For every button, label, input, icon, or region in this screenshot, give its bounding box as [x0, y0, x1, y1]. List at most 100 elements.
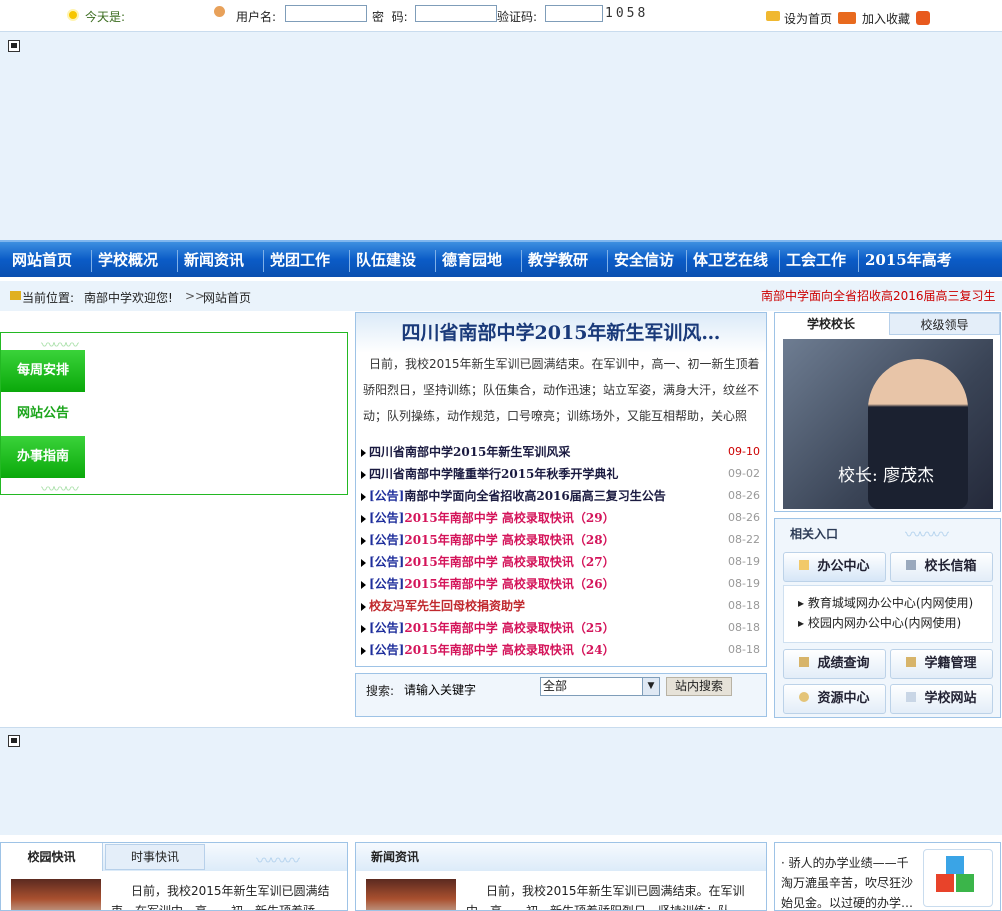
tab-school-leaders[interactable]: 校级领导	[889, 313, 1000, 335]
nav-item-7[interactable]: 教学教研	[528, 242, 588, 279]
username-input[interactable]	[285, 5, 367, 22]
bullet-arrow-icon	[361, 646, 366, 655]
metro-office-link-text: 教育城域网办公中心(内网使用)	[807, 596, 974, 610]
breadcrumb-site[interactable]: 南部中学欢迎您!	[84, 289, 173, 306]
school-achievement-box: · 骄人的办学业绩——千淘万漉虽辛苦，吹尽狂沙始见金。以过硬的办学…	[774, 842, 1001, 911]
swirl-decoration-top: 〰〰〰	[41, 338, 79, 354]
office-links: ▸ 教育城域网办公中心(内网使用) ▸ 校园内网办公中心(内网使用)	[783, 585, 993, 643]
main-nav: 网站首页 学校概况 新闻资讯 党团工作 队伍建设 德育园地 教学教研 安全信访 体卫艺在线 工会工…	[0, 240, 1002, 277]
resource-center-button[interactable]: 资源中心	[783, 684, 886, 714]
weekly-schedule-button[interactable]: 每周安排	[1, 350, 85, 392]
achievement-text[interactable]: · 骄人的办学业绩——千淘万漉虽辛苦，吹尽狂沙始见金。以过硬的办学…	[781, 853, 919, 910]
news-info-thumbnail[interactable]	[366, 879, 456, 910]
news-list-item[interactable]: [公告]2015年南部中学 高校录取快讯（28） 08-22	[361, 529, 763, 551]
add-fav-link[interactable]: 加入收藏	[862, 10, 910, 27]
news-list-item[interactable]: 四川省南部中学隆重举行2015年秋季开学典礼 09-02	[361, 463, 763, 485]
nav-item-11[interactable]: 2015年高考	[865, 242, 952, 279]
principal-photo: 校长: 廖茂杰	[783, 339, 993, 509]
news-list-item[interactable]: [公告]2015年南部中学 高校录取快讯（24） 08-18	[361, 639, 763, 661]
news-title: 南部中学面向全省招收高2016届高三复习生公告	[404, 489, 666, 503]
bullet-arrow-icon	[361, 448, 366, 457]
cube-block-green	[956, 874, 974, 892]
news-list-item[interactable]: 四川省南部中学2015年新生军训风采 09-10	[361, 441, 763, 463]
nav-separator	[779, 250, 780, 272]
campus-news-thumbnail[interactable]	[11, 879, 101, 910]
entry-title: 相关入口	[790, 527, 839, 541]
news-list-item[interactable]: [公告]2015年南部中学 高校录取快讯（29） 08-26	[361, 507, 763, 529]
school-website-button[interactable]: 学校网站	[890, 684, 993, 714]
search-scope-value: 全部	[543, 679, 568, 693]
bullet-arrow-icon	[361, 580, 366, 589]
news-list-item[interactable]: 校友冯军先生回母校捐资助学 08-18	[361, 595, 763, 617]
captcha-input[interactable]	[545, 5, 603, 22]
website-icon	[906, 692, 917, 702]
tab-principal[interactable]: 学校校长	[775, 313, 887, 335]
bullet-arrow-icon	[361, 624, 366, 633]
principal-panel: 学校校长 校级领导 校长: 廖茂杰	[774, 312, 1001, 512]
tab-campus-news[interactable]: 校园快讯	[1, 843, 103, 871]
site-notice-button[interactable]: 网站公告	[1, 393, 85, 435]
nav-item-10[interactable]: 工会工作	[786, 242, 846, 279]
service-guide-button[interactable]: 办事指南	[1, 436, 85, 478]
tab-current-news[interactable]: 时事快讯	[105, 844, 205, 870]
sun-icon	[67, 9, 79, 21]
news-tag: [公告]	[369, 643, 405, 657]
nav-separator	[858, 250, 859, 272]
bullet-arrow-icon	[361, 602, 366, 611]
news-tag: [公告]	[369, 555, 405, 569]
cube-block-blue	[946, 856, 964, 874]
principal-caption: 校长: 廖茂杰	[838, 466, 935, 486]
news-date: 08-26	[728, 489, 760, 502]
nav-separator	[521, 250, 522, 272]
search-scope-select[interactable]: 全部 ▼	[540, 677, 660, 696]
swirl-decoration-entry: 〰〰〰	[905, 525, 949, 544]
news-tag: [公告]	[369, 511, 405, 525]
news-list-item[interactable]: [公告]2015年南部中学 高校录取快讯（25） 08-18	[361, 617, 763, 639]
news-list-item[interactable]: [公告]2015年南部中学 高校录取快讯（27） 08-19	[361, 551, 763, 573]
metro-office-link[interactable]: ▸ 教育城域网办公中心(内网使用)	[784, 593, 992, 613]
nav-item-3[interactable]: 新闻资讯	[184, 242, 244, 279]
nav-separator	[686, 250, 687, 272]
nav-item-5[interactable]: 队伍建设	[356, 242, 416, 279]
search-bar: 搜索: 全部 ▼ 站内搜索	[355, 673, 767, 717]
news-list-item[interactable]: [公告]南部中学面向全省招收高2016届高三复习生公告 08-26	[361, 485, 763, 507]
grade-query-button[interactable]: 成绩查询	[783, 649, 886, 679]
flash-placeholder-icon	[8, 40, 20, 52]
nav-item-2[interactable]: 学校概况	[98, 242, 158, 279]
resources-icon	[799, 692, 810, 702]
news-title: 2015年南部中学 高校录取快讯（25）	[404, 621, 615, 635]
site-search-button[interactable]: 站内搜索	[666, 677, 732, 696]
campus-news-text: 日前，我校2015年新生军训已圆满结束。在军训中，高一、初一新生顶着骄	[111, 884, 330, 911]
nav-item-9[interactable]: 体卫艺在线	[693, 242, 768, 279]
search-label: 搜索:	[366, 684, 395, 698]
student-records-button[interactable]: 学籍管理	[890, 649, 993, 679]
headline-title[interactable]: 四川省南部中学2015年新生军训风…	[356, 313, 766, 353]
news-date: 08-18	[728, 599, 760, 612]
headline-summary: 日前，我校2015年新生军训已圆满结束。在军训中，高一、初一新生顶着骄阳烈日，坚…	[363, 357, 760, 423]
office-center-button[interactable]: 办公中心	[783, 552, 886, 582]
news-title: 四川省南部中学隆重举行2015年秋季开学典礼	[369, 467, 619, 481]
campus-office-link[interactable]: ▸ 校园内网办公中心(内网使用)	[784, 613, 992, 633]
refresh-icon	[916, 11, 930, 25]
mailbox-icon	[906, 560, 917, 570]
password-input[interactable]	[415, 5, 497, 22]
news-date: 09-02	[728, 467, 760, 480]
search-input[interactable]	[404, 680, 536, 698]
news-title: 四川省南部中学2015年新生军训风采	[369, 445, 571, 459]
related-entry-panel: 相关入口 〰〰〰 办公中心 校长信箱 ▸ 教育城域网办公中心(内网使用) ▸ 校…	[774, 518, 1001, 718]
news-panel: 四川省南部中学2015年新生军训风… 日前，我校2015年新生军训已圆满结束。在…	[355, 312, 767, 667]
nav-item-1[interactable]: 网站首页	[12, 242, 72, 279]
nav-item-8[interactable]: 安全信访	[614, 242, 674, 279]
news-info-box: 新闻资讯 日前，我校2015年新生军训已圆满结束。在军训中，高一、初一新生顶着骄…	[355, 842, 767, 911]
cube-logo-icon	[923, 849, 993, 907]
chevron-down-icon: ▼	[642, 678, 659, 695]
password-label: 密 码:	[372, 10, 408, 24]
news-list-item[interactable]: [公告]2015年南部中学 高校录取快讯（26） 08-19	[361, 573, 763, 595]
captcha-image: 1058	[605, 6, 649, 21]
principal-mailbox-button[interactable]: 校长信箱	[890, 552, 993, 582]
nav-item-6[interactable]: 德育园地	[442, 242, 502, 279]
news-date: 08-18	[728, 621, 760, 634]
nav-item-4[interactable]: 党团工作	[270, 242, 330, 279]
marquee-notice[interactable]: 南部中学面向全省招收高2016届高三复习生	[761, 287, 996, 304]
set-home-link[interactable]: 设为首页	[784, 10, 832, 27]
